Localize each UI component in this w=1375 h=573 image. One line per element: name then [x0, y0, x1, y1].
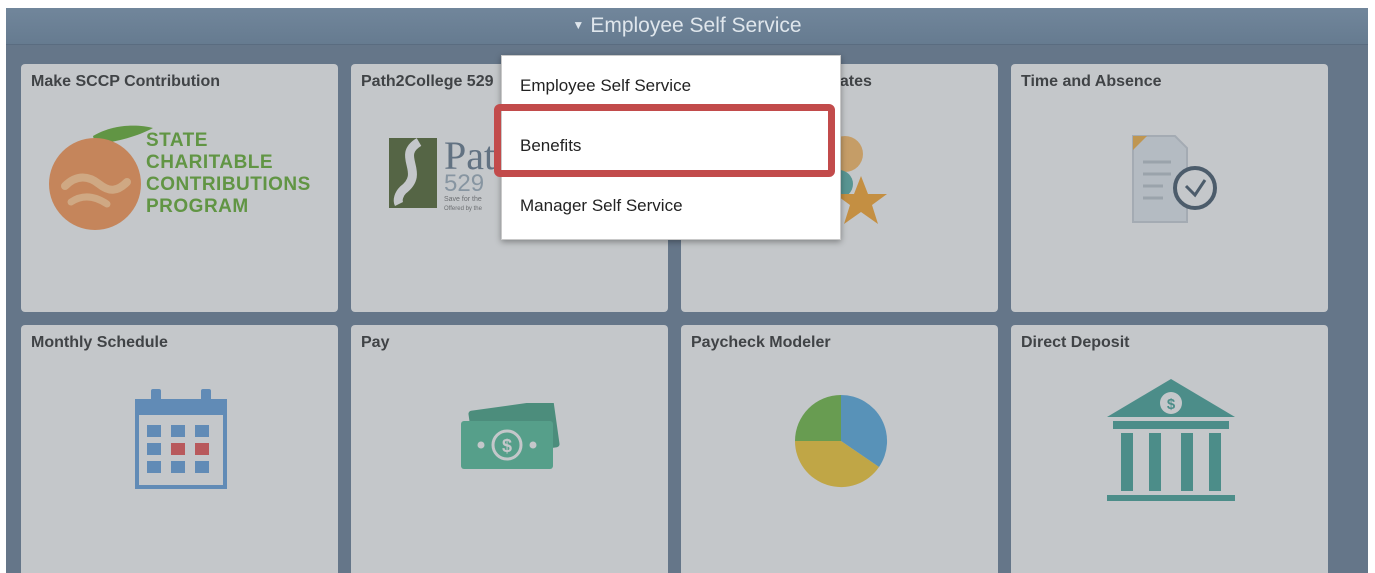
tile-pay[interactable]: Pay $ [351, 325, 668, 573]
dollar-symbol: $ [502, 436, 512, 456]
homepage-selector[interactable]: ▼ Employee Self Service [6, 8, 1368, 45]
tile-time-and-absence[interactable]: Time and Absence [1011, 64, 1328, 312]
tile-title: Path2College 529 [361, 73, 494, 90]
sccp-logo-line-2: CHARITABLE [146, 152, 274, 173]
money-bill-icon: $ [457, 399, 561, 478]
sccp-logo-line-3: CONTRIBUTIONS [146, 174, 311, 195]
menu-item-employee-self-service[interactable]: Employee Self Service [502, 56, 840, 116]
tile-monthly-schedule[interactable]: Monthly Schedule [21, 325, 338, 573]
homepage-dropdown-menu: Employee Self Service Benefits Manager S… [501, 55, 841, 240]
bank-dollar-symbol: $ [1167, 396, 1176, 413]
menu-item-manager-self-service[interactable]: Manager Self Service [502, 176, 840, 236]
tile-title: Monthly Schedule [31, 334, 168, 351]
tile-title: Direct Deposit [1021, 334, 1130, 351]
bank-icon: $ [1101, 377, 1241, 512]
sccp-logo-line-4: PROGRAM [146, 196, 249, 217]
pie-chart-icon [791, 391, 891, 496]
tile-paycheck-modeler[interactable]: Paycheck Modeler [681, 325, 998, 573]
path2college-logo-subtitle-2: Offered by the [444, 206, 482, 212]
caret-down-icon[interactable]: ▼ [572, 18, 584, 32]
path2college-logo-subtitle: Save for the [444, 196, 482, 203]
homepage-title[interactable]: Employee Self Service [590, 14, 801, 38]
path2college-logo-number: 529 [444, 170, 485, 197]
sccp-logo-line-1: STATE [146, 130, 208, 151]
menu-item-label: Manager Self Service [520, 196, 683, 215]
menu-item-benefits[interactable]: Benefits [502, 116, 840, 176]
tile-title: Time and Absence [1021, 73, 1162, 90]
menu-item-label: Employee Self Service [520, 76, 692, 95]
calendar-icon [133, 387, 229, 496]
tile-title: Paycheck Modeler [691, 334, 831, 351]
tile-title: Make SCCP Contribution [31, 73, 221, 90]
tile-title: Pay [361, 334, 390, 351]
tile-make-sccp-contribution[interactable]: Make SCCP Contribution STATE CHARITABLE … [21, 64, 338, 312]
menu-item-label: Benefits [520, 136, 582, 155]
pie-slice-green [795, 395, 841, 441]
tile-direct-deposit[interactable]: Direct Deposit $ [1011, 325, 1328, 573]
time-document-clock-icon [1123, 128, 1223, 233]
sccp-logo: STATE CHARITABLE CONTRIBUTIONS PROGRAM [43, 124, 323, 244]
